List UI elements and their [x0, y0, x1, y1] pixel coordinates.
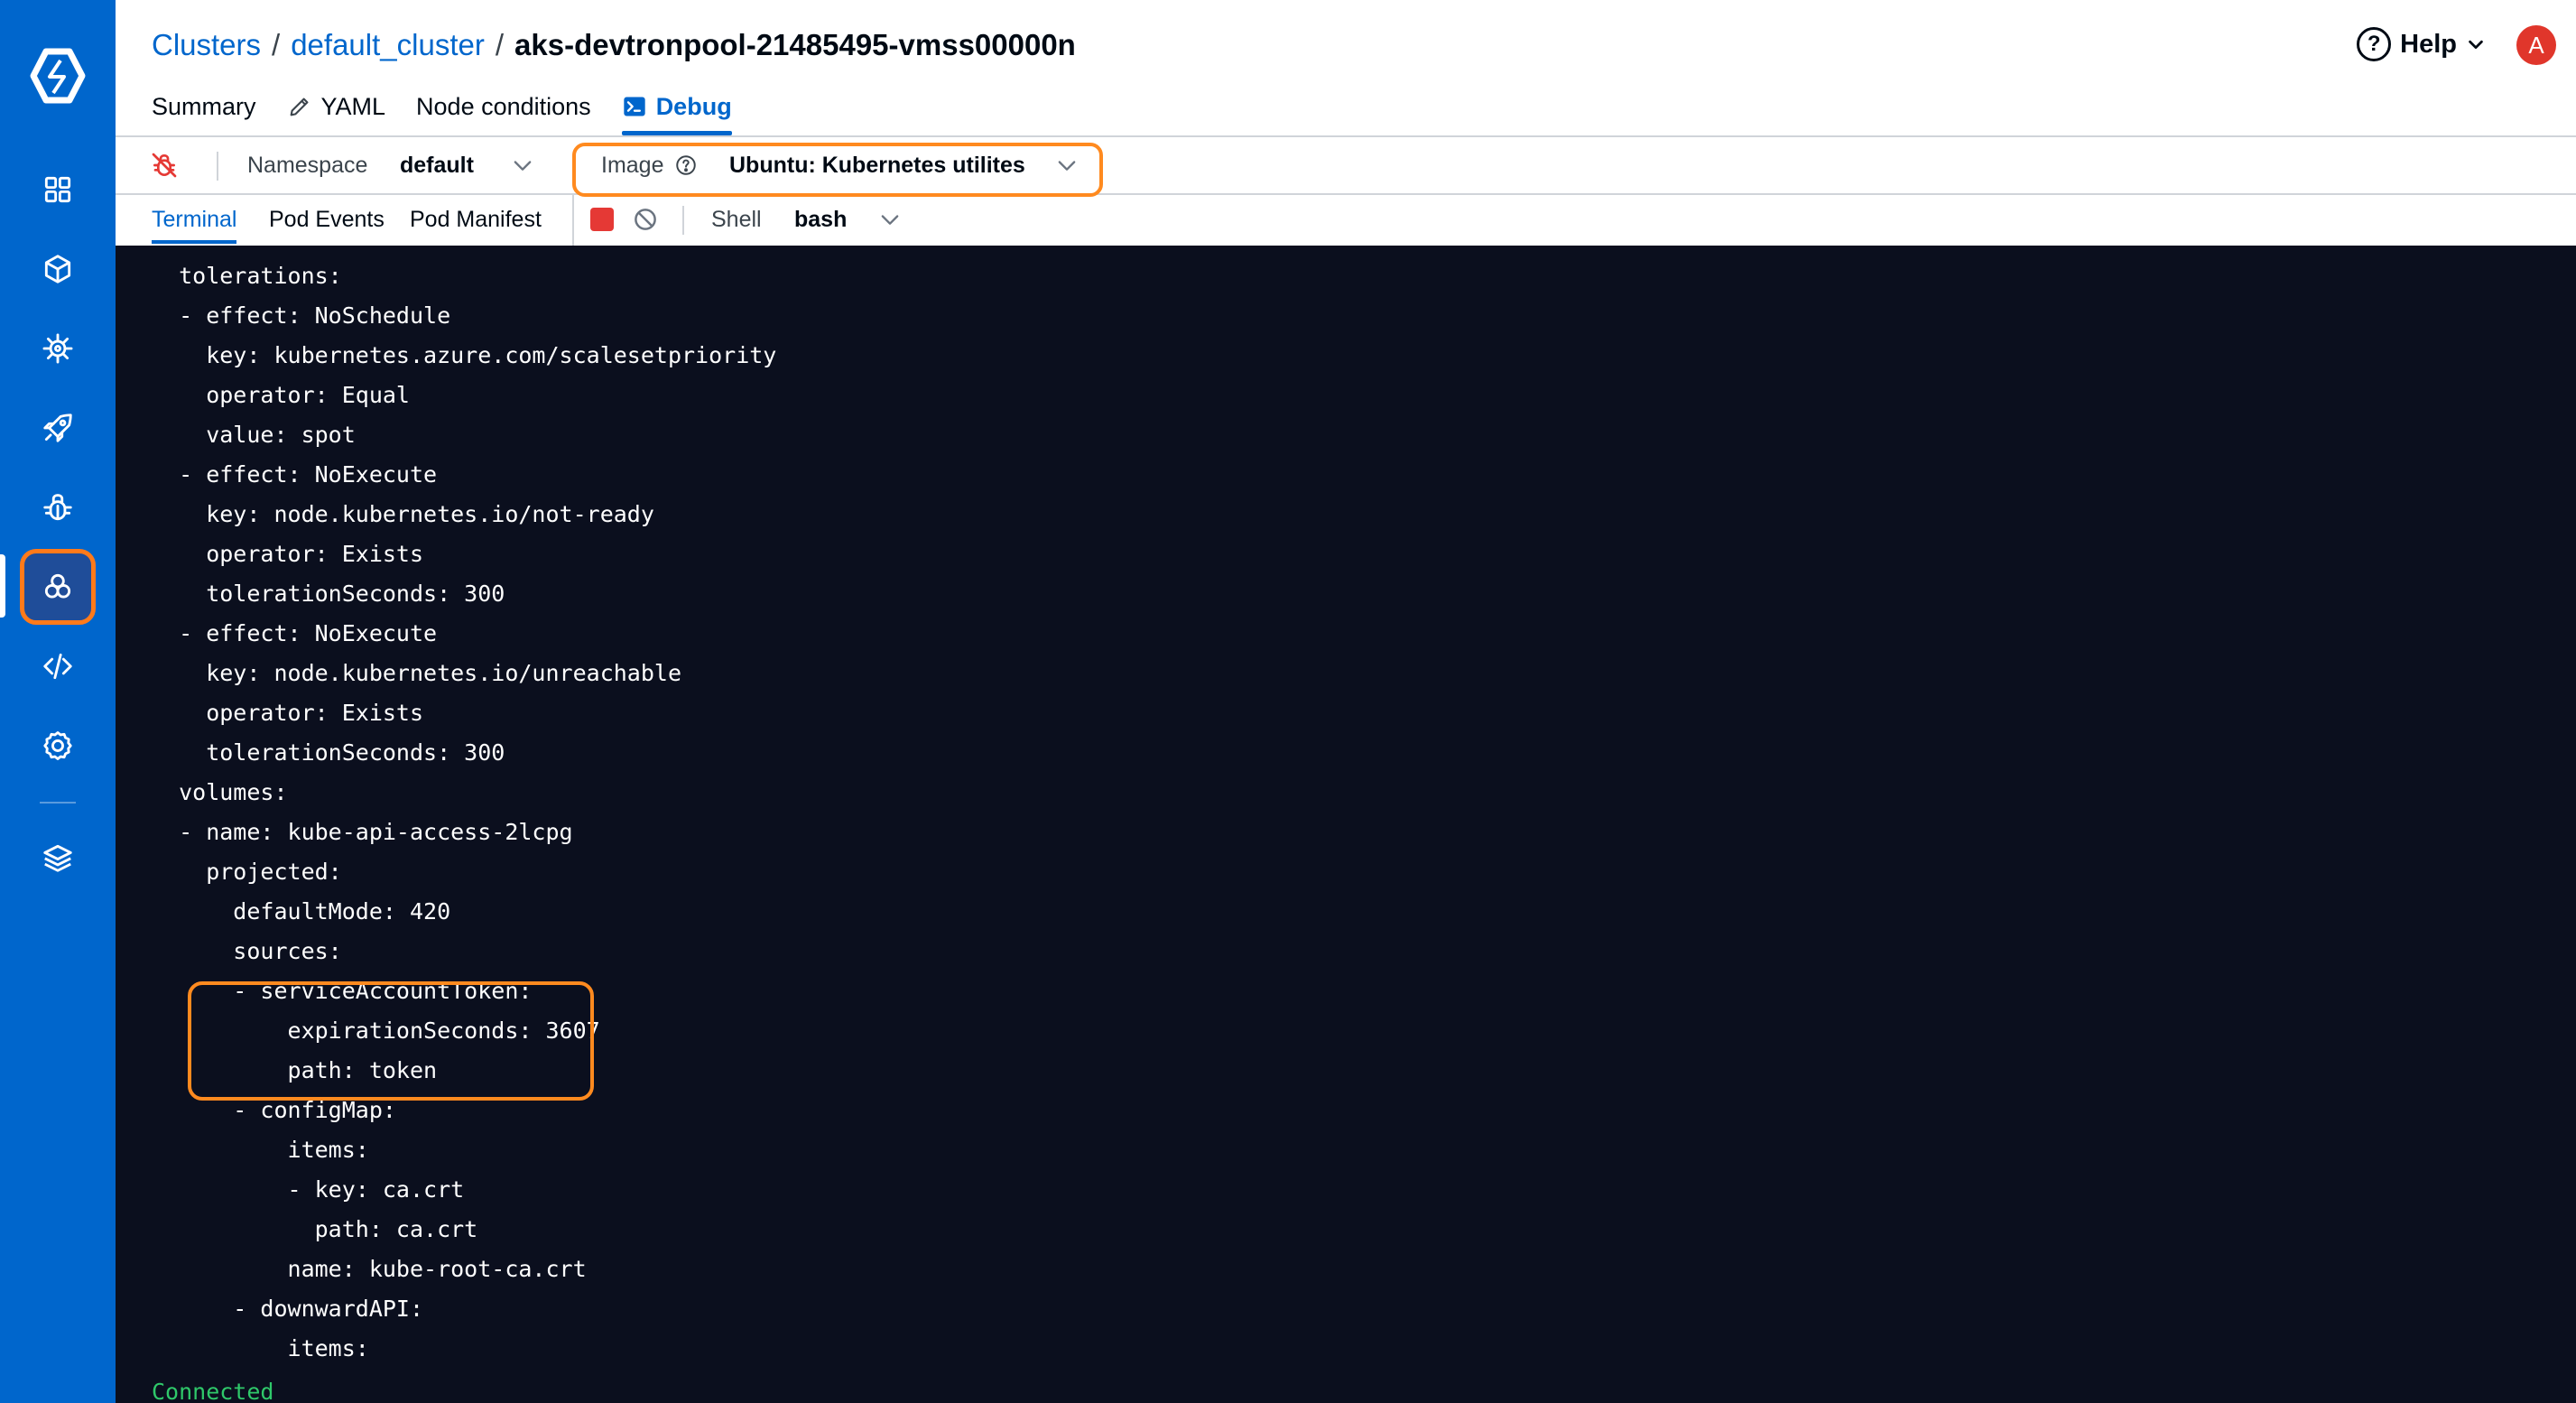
terminal-line: - effect: NoSchedule: [152, 302, 451, 329]
tab-label: Node conditions: [416, 92, 591, 120]
shell-value: bash: [794, 206, 848, 232]
breadcrumb-clusters-link[interactable]: Clusters: [152, 28, 261, 62]
nav-resource-browser-icon[interactable]: [20, 549, 96, 625]
terminal-toolbar: Terminal Pod Events Pod Manifest Shell b…: [116, 195, 2576, 246]
nav-bug-icon[interactable]: [22, 471, 94, 544]
subtab-pod-events[interactable]: Pod Events: [269, 195, 385, 244]
terminal-line: - effect: NoExecute: [152, 620, 438, 646]
terminal-line: items:: [152, 1335, 369, 1361]
tab-summary[interactable]: Summary: [152, 81, 256, 132]
toolbar-separator: [217, 152, 218, 181]
terminal-line: - name: kube-api-access-2lcpg: [152, 819, 573, 845]
tab-node-conditions[interactable]: Node conditions: [416, 81, 591, 132]
terminal-line: tolerationSeconds: 300: [152, 739, 505, 766]
service-account-token-highlight: [188, 981, 594, 1101]
question-circle-icon: ?: [2357, 27, 2392, 61]
terminal-line: items:: [152, 1137, 369, 1163]
chevron-down-icon: [1058, 161, 1076, 171]
page-title: aks-devtronpool-21485495-vmss00000n: [514, 28, 1076, 61]
user-avatar[interactable]: A: [2516, 25, 2556, 65]
breadcrumb-cluster-link[interactable]: default_cluster: [291, 28, 485, 62]
terminal-line: value: spot: [152, 422, 356, 448]
disconnect-debug-button[interactable]: [150, 137, 179, 193]
image-value: Ubuntu: Kubernetes utilites: [729, 152, 1025, 178]
terminal-lines: tolerations: - effect: NoSchedule key: k…: [116, 256, 776, 1369]
terminal-line: - effect: NoExecute: [152, 461, 438, 488]
tab-label: YAML: [320, 92, 386, 120]
terminal-line: key: node.kubernetes.io/not-ready: [152, 501, 654, 527]
page-header: Clusters / default_cluster / aks-devtron…: [116, 0, 2576, 137]
namespace-label: Namespace: [247, 152, 368, 178]
terminal-line: defaultMode: 420: [152, 898, 451, 924]
terminal-line: projected:: [152, 859, 342, 885]
nav-stack-layers-icon[interactable]: [22, 822, 94, 894]
image-label: Image: [601, 137, 698, 193]
tab-yaml[interactable]: YAML: [287, 81, 386, 132]
breadcrumb-separator: /: [272, 28, 281, 61]
chevron-down-icon: [514, 161, 532, 171]
subtab-pod-manifest[interactable]: Pod Manifest: [410, 195, 542, 244]
terminal-line: sources:: [152, 938, 342, 964]
help-menu-button[interactable]: ? Help: [2357, 22, 2486, 67]
node-detail-tabs: Summary YAML Node conditions Debug: [152, 81, 732, 135]
nav-helm-icon[interactable]: [22, 312, 94, 385]
shell-select[interactable]: bash: [794, 195, 903, 244]
terminal-line: operator: Exists: [152, 541, 424, 567]
help-label: Help: [2400, 29, 2457, 59]
tab-label: Debug: [655, 92, 732, 120]
namespace-select[interactable]: default: [400, 137, 535, 193]
terminal-line: operator: Equal: [152, 382, 410, 408]
breadcrumb-separator: /: [495, 28, 505, 61]
terminal-output[interactable]: tolerations: - effect: NoSchedule key: k…: [116, 246, 2576, 1403]
tab-debug[interactable]: Debug: [621, 81, 732, 135]
active-nav-indicator: [0, 554, 5, 618]
terminal-icon: [624, 97, 645, 116]
breadcrumb: Clusters / default_cluster / aks-devtron…: [152, 23, 1076, 67]
terminal-line: tolerations:: [152, 263, 342, 289]
terminal-line: path: ca.crt: [152, 1216, 478, 1242]
terminal-line: tolerationSeconds: 300: [152, 581, 505, 607]
app-root: Clusters / default_cluster / aks-devtron…: [0, 0, 2576, 1403]
debug-config-toolbar: Namespace default Image Ubuntu: Kubernet…: [116, 137, 2576, 197]
nav-cube-icon[interactable]: [22, 233, 94, 305]
nav-rocket-icon[interactable]: [22, 392, 94, 464]
terminal-line: name: kube-root-ca.crt: [152, 1256, 587, 1282]
terminal-line: key: node.kubernetes.io/unreachable: [152, 660, 681, 686]
devtron-logo-icon[interactable]: [27, 45, 88, 107]
toolbar-separator: [572, 195, 574, 246]
shell-label: Shell: [711, 206, 762, 232]
question-circle-icon[interactable]: [674, 153, 698, 177]
nav-divider: [40, 802, 76, 804]
subtab-terminal[interactable]: Terminal: [152, 195, 237, 244]
nav-applications-grid-icon[interactable]: [22, 153, 94, 226]
terminal-line: key: kubernetes.azure.com/scalesetpriori…: [152, 342, 777, 368]
bug-off-icon: [152, 153, 177, 178]
tab-label: Summary: [152, 92, 256, 120]
stop-terminal-button[interactable]: [590, 208, 614, 231]
terminal-line: - key: ca.crt: [152, 1176, 465, 1203]
nav-settings-gear-icon[interactable]: [22, 710, 94, 782]
clear-terminal-button[interactable]: [632, 195, 659, 244]
terminal-line: operator: Exists: [152, 700, 424, 726]
nav-code-icon[interactable]: [22, 630, 94, 702]
toolbar-separator: [682, 206, 684, 235]
connection-status: Connected: [152, 1379, 274, 1403]
pencil-icon: [290, 98, 308, 116]
chevron-down-icon: [2469, 40, 2483, 50]
chevron-down-icon: [881, 215, 899, 225]
ban-circle-icon: [635, 209, 656, 230]
namespace-value: default: [400, 152, 474, 178]
side-navigation: [0, 0, 116, 1403]
image-select[interactable]: Ubuntu: Kubernetes utilites: [729, 137, 1199, 193]
terminal-line: volumes:: [152, 779, 288, 805]
terminal-line: - downwardAPI:: [152, 1296, 424, 1322]
